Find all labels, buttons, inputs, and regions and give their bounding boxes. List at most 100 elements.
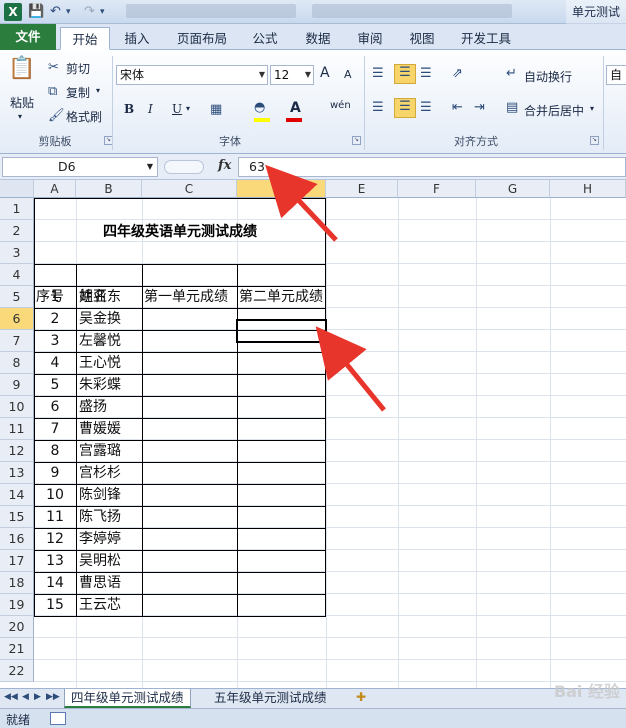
insert-sheet-icon[interactable]: ✚ [356, 690, 366, 704]
macro-record-icon[interactable] [50, 712, 66, 725]
row-header[interactable]: 7 [0, 330, 34, 352]
row-header[interactable]: 3 [0, 242, 34, 264]
cell-no[interactable]: 12 [34, 528, 76, 550]
cell-no[interactable]: 2 [34, 308, 76, 330]
cell-no[interactable]: 5 [34, 374, 76, 396]
tab-page-layout[interactable]: 页面布局 [170, 27, 234, 50]
cell-no[interactable]: 15 [34, 594, 76, 616]
cell-name[interactable]: 王心悦 [79, 352, 121, 374]
cell-name[interactable]: 左馨悦 [79, 330, 121, 352]
save-icon[interactable]: 💾 [28, 3, 44, 21]
tab-data[interactable]: 数据 [298, 27, 338, 50]
cell-name[interactable]: 陈剑锋 [79, 484, 121, 506]
wrap-text-button[interactable]: 自动换行 [524, 68, 572, 85]
worksheet-grid[interactable]: A B C D E F G H 1 2 3 4 5 6 7 8 9 10 11 12 13 14 15 16 1… [0, 180, 626, 688]
undo-dropdown-icon[interactable]: ▾ [66, 3, 71, 21]
cell-name[interactable]: 曹媛媛 [79, 418, 121, 440]
merge-dropdown-icon[interactable]: ▾ [590, 104, 594, 113]
select-all-corner[interactable] [0, 180, 34, 198]
shrink-font-button[interactable]: A [344, 68, 352, 81]
tab-home[interactable]: 开始 [60, 27, 110, 50]
cell-name[interactable]: 曹思语 [79, 572, 121, 594]
align-top-icon[interactable]: ☰ [372, 66, 384, 81]
row-header[interactable]: 14 [0, 484, 34, 506]
row-header[interactable]: 17 [0, 550, 34, 572]
cell-name[interactable]: 吴金换 [79, 308, 121, 330]
tab-view[interactable]: 视图 [402, 27, 442, 50]
grow-font-button[interactable]: A [320, 65, 330, 81]
insert-function-button[interactable]: fx [218, 158, 231, 173]
cell-name[interactable]: 朱彩蝶 [79, 374, 121, 396]
align-center-icon[interactable]: ☰ [394, 98, 416, 118]
row-header[interactable]: 8 [0, 352, 34, 374]
paste-button[interactable]: 粘贴 [10, 94, 34, 111]
tab-formulas[interactable]: 公式 [246, 27, 284, 50]
cell-name[interactable]: 胡亚东 [79, 286, 121, 308]
underline-button[interactable]: U [172, 102, 182, 116]
row-header[interactable]: 9 [0, 374, 34, 396]
tab-review[interactable]: 审阅 [350, 27, 390, 50]
row-header[interactable]: 11 [0, 418, 34, 440]
active-cell-d6[interactable] [236, 319, 327, 343]
qat-customize-icon[interactable]: ▾ [100, 3, 105, 21]
cell-no[interactable]: 9 [34, 462, 76, 484]
column-header-h[interactable]: H [550, 180, 626, 198]
formula-input[interactable]: 63 [238, 157, 626, 177]
align-middle-icon[interactable]: ☰ [394, 64, 416, 84]
cell-no[interactable]: 8 [34, 440, 76, 462]
column-header-g[interactable]: G [476, 180, 550, 198]
row-header[interactable]: 15 [0, 506, 34, 528]
align-bottom-icon[interactable]: ☰ [420, 66, 432, 81]
column-header-b[interactable]: B [76, 180, 142, 198]
cell-name[interactable]: 陈飞扬 [79, 506, 121, 528]
row-header[interactable]: 19 [0, 594, 34, 616]
row-header[interactable]: 12 [0, 440, 34, 462]
cell-name[interactable]: 李婷婷 [79, 528, 121, 550]
row-header[interactable]: 21 [0, 638, 34, 660]
row-header[interactable]: 16 [0, 528, 34, 550]
bold-button[interactable]: B [124, 102, 134, 116]
align-right-icon[interactable]: ☰ [420, 100, 432, 115]
column-header-d[interactable]: D [237, 180, 326, 198]
cell-no[interactable]: 4 [34, 352, 76, 374]
tab-insert[interactable]: 插入 [116, 27, 158, 50]
row-header[interactable]: 20 [0, 616, 34, 638]
italic-button[interactable]: I [148, 102, 153, 116]
row-header[interactable]: 1 [0, 198, 34, 220]
cell-name[interactable]: 宫露璐 [79, 440, 121, 462]
tab-developer[interactable]: 开发工具 [454, 27, 518, 50]
cell-no[interactable]: 11 [34, 506, 76, 528]
border-icon[interactable]: ▦ [210, 102, 222, 117]
orientation-icon[interactable]: ⇗ [452, 66, 463, 81]
name-box[interactable]: D6 ▼ [2, 157, 158, 177]
cell-no[interactable]: 14 [34, 572, 76, 594]
font-launcher-icon[interactable]: ↘ [352, 136, 361, 145]
fill-color-icon[interactable]: ◓ [254, 100, 265, 115]
cell-name[interactable]: 盛扬 [79, 396, 107, 418]
row-header[interactable]: 4 [0, 264, 34, 286]
font-name-select[interactable]: 宋体 ▼ [116, 65, 268, 85]
format-painter-button[interactable]: 格式刷 [66, 108, 102, 125]
paste-icon[interactable]: 📋 [8, 56, 36, 86]
undo-icon[interactable]: ↶ [50, 3, 61, 21]
tab-file[interactable]: 文件 [0, 24, 56, 50]
row-header[interactable]: 18 [0, 572, 34, 594]
cell-no[interactable]: 6 [34, 396, 76, 418]
row-header[interactable]: 10 [0, 396, 34, 418]
column-header-a[interactable]: A [34, 180, 76, 198]
cell-no[interactable]: 13 [34, 550, 76, 572]
redo-icon[interactable]: ↷ [84, 3, 95, 21]
formula-bar-resize-handle[interactable] [164, 160, 204, 174]
cell-no[interactable]: 7 [34, 418, 76, 440]
sheet-tab-grade5[interactable]: 五年级单元测试成绩 [208, 689, 333, 708]
underline-dropdown-icon[interactable]: ▾ [186, 104, 190, 113]
prev-sheet-icon[interactable]: ◀ [22, 692, 29, 702]
sheet-tab-grade4[interactable]: 四年级单元测试成绩 [64, 689, 191, 708]
cell-name[interactable]: 宫杉杉 [79, 462, 121, 484]
row-header[interactable]: 22 [0, 660, 34, 682]
cut-button[interactable]: 剪切 [66, 60, 90, 77]
first-sheet-icon[interactable]: ◀◀ [4, 692, 18, 702]
cell-no[interactable]: 1 [34, 286, 76, 308]
copy-button[interactable]: 复制 [66, 84, 90, 101]
font-size-select[interactable]: 12 ▼ [270, 65, 314, 85]
